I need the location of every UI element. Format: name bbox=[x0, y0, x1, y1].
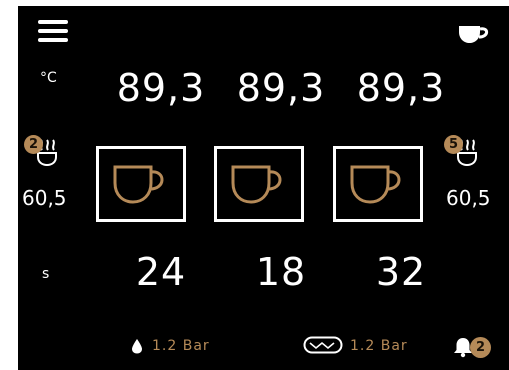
group1-time: 24 bbox=[135, 250, 187, 294]
water-pressure: 1.2 Bar bbox=[152, 338, 210, 354]
water-drop-icon bbox=[131, 338, 143, 358]
steam-left-badge: 2 bbox=[24, 135, 43, 154]
group1-brew-button[interactable] bbox=[96, 146, 186, 222]
pump-icon bbox=[303, 335, 343, 359]
steam-wand-right[interactable]: 5 bbox=[444, 135, 480, 171]
group2-brew-button[interactable] bbox=[214, 146, 304, 222]
coffee-cup-icon bbox=[231, 165, 282, 204]
pump-pressure: 1.2 Bar bbox=[350, 338, 408, 354]
group2-temperature: 89,3 bbox=[236, 66, 326, 110]
menu-icon[interactable] bbox=[38, 20, 68, 42]
time-unit: s bbox=[42, 266, 50, 282]
coffee-cup-icon[interactable] bbox=[456, 20, 492, 46]
steam-wand-left[interactable]: 2 bbox=[24, 135, 60, 171]
temperature-unit: °C bbox=[40, 70, 57, 86]
steam-left-value: 60,5 bbox=[22, 186, 67, 210]
group3-brew-button[interactable] bbox=[333, 146, 423, 222]
group2-time: 18 bbox=[255, 250, 307, 294]
machine-screen: °C s 89,3 89,3 89,3 2 5 60,5 60,5 24 18 … bbox=[18, 6, 509, 370]
steam-right-badge: 5 bbox=[444, 135, 463, 154]
alerts-button[interactable]: 2 bbox=[452, 331, 492, 361]
group3-temperature: 89,3 bbox=[356, 66, 446, 110]
coffee-cup-icon bbox=[350, 165, 401, 204]
steam-right-value: 60,5 bbox=[446, 186, 491, 210]
coffee-cup-icon bbox=[113, 165, 164, 204]
group1-temperature: 89,3 bbox=[116, 66, 206, 110]
alerts-badge: 2 bbox=[470, 337, 491, 358]
group3-time: 32 bbox=[375, 250, 427, 294]
